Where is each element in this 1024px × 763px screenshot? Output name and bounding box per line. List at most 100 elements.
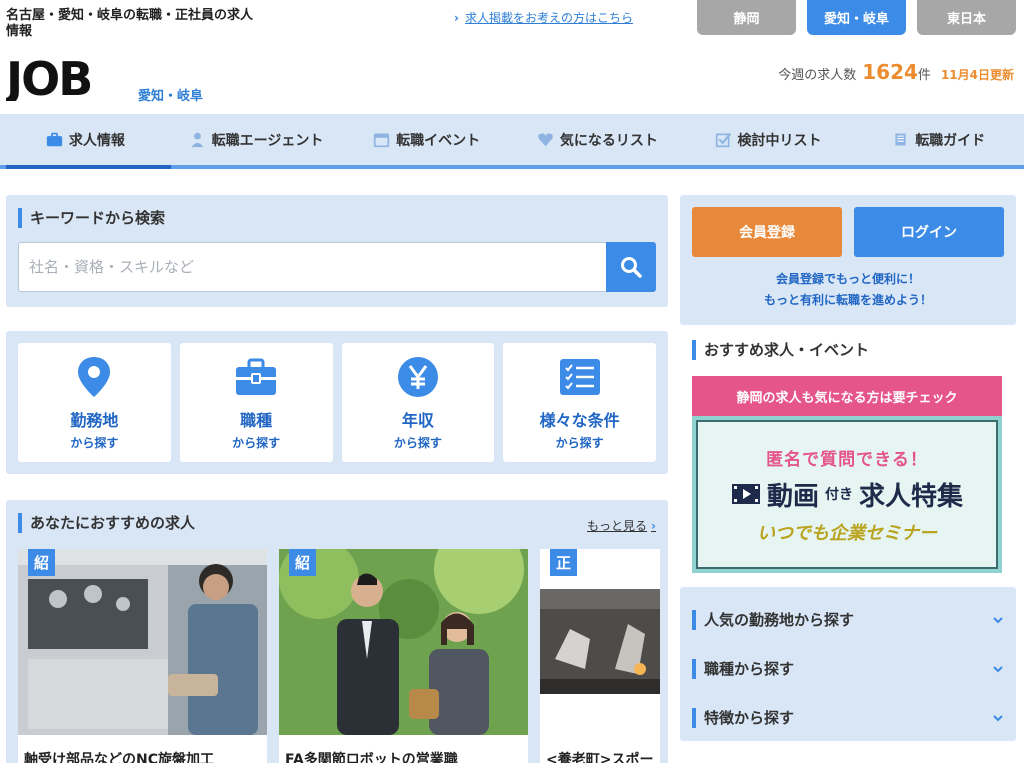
category-sub: から探す [232,436,281,450]
right-column: 会員登録 ログイン 会員登録でもっと便利に！ もっと有利に転職を進めよう！ おす… [680,195,1016,741]
video-jobs-banner[interactable]: 匿名で質問できる！ 動画 付き 求人特集 いつでも企業セミナー [692,416,1002,573]
briefcase-icon [46,132,62,147]
job-photo-machining [18,549,267,735]
job-type-badge: 正 [550,549,577,576]
shizuoka-banner[interactable]: 静岡の求人も気になる方は要チェック [692,376,1002,416]
events-section: おすすめ求人・イベント 静岡の求人も気になる方は要チェック 匿名で質問できる！ … [680,339,1016,573]
search-icon [621,257,642,278]
location-pin-icon [78,357,111,397]
nav-considering[interactable]: 検討中リスト [683,114,854,165]
logo-text: JOB [6,55,91,101]
nav-label: 転職イベント [396,132,481,149]
briefcase-icon [236,358,277,395]
browse-features[interactable]: 特徴から探す [692,693,1004,742]
register-button[interactable]: 会員登録 [692,207,842,257]
search-button[interactable] [606,242,656,292]
region-tab-aichi-gifu[interactable]: 愛知・岐阜 [807,0,906,35]
chevron-down-icon [993,665,1003,672]
job-card[interactable]: 紹 FA多関節ロボットの営業職 [279,549,528,763]
job-title: 軸受け部品などのNC旋盤加工 [24,752,214,763]
nav-agent[interactable]: 転職エージェント [171,114,342,165]
see-more-label: もっと見る [587,519,648,533]
member-buttons: 会員登録 ログイン [692,207,1004,257]
yen-icon [397,357,438,397]
job-posting-link[interactable]: › 求人掲載をお考えの方はこちら [454,9,633,26]
nav-label: 気になるリスト [559,132,658,149]
category-location[interactable]: 勤務地 から探す [18,343,171,462]
nav-guide[interactable]: 転職ガイド [853,114,1024,165]
site-header: 名古屋・愛知・岐阜の転職・正社員の求人情報 › 求人掲載をお考えの方はこちら 静岡… [0,0,1024,114]
banner-line1: 匿名で質問できる！ [766,449,928,470]
nav-favorites[interactable]: 気になるリスト [512,114,683,165]
chevron-right-icon: › [651,519,656,533]
site-tagline: 名古屋・愛知・岐阜の転職・正社員の求人情報 [6,8,254,39]
category-salary[interactable]: 年収 から探す [341,343,495,462]
left-column: キーワードから検索 勤務地 から探す 職種 から探す 年収 [6,195,668,763]
job-posting-link-label: 求人掲載をお考えの方はこちら [464,11,633,25]
banner-line2: 動画 付き 求人特集 [731,476,963,513]
job-card[interactable]: 正 <養老町>スポー [540,549,660,763]
stats-count: 1624 [862,60,918,84]
calendar-icon [374,133,390,148]
region-tab-east-japan[interactable]: 東日本 [917,0,1016,35]
banner-line3: いつでも企業セミナー [757,522,937,544]
banner-video: 動画 [766,481,819,512]
job-type-badge: 紹 [28,549,55,576]
events-title: おすすめ求人・イベント [692,339,1016,360]
category-sub: から探す [393,436,442,450]
category-title: 職種 [240,411,273,430]
category-title: 勤務地 [70,411,119,430]
checklist-icon [559,359,600,395]
region-tab-shizuoka[interactable]: 静岡 [697,0,796,35]
chevron-down-icon [993,714,1003,721]
category-conditions[interactable]: 様々な条件 から探す [503,343,656,462]
keyword-search-panel: キーワードから検索 [6,195,668,307]
job-stats: 今週の求人数 1624 件 11月4日更新 [778,60,1014,84]
job-photo-sales-team [279,549,528,735]
job-card[interactable]: 紹 軸受け部品などのNC旋盤加工 [18,549,267,763]
member-panel: 会員登録 ログイン 会員登録でもっと便利に！ もっと有利に転職を進めよう！ [680,195,1016,325]
stats-unit: 件 [917,68,931,83]
nav-label: 検討中リスト [737,132,822,149]
region-tabs: 静岡 愛知・岐阜 東日本 [697,0,1016,35]
banner-with: 付き [825,487,853,503]
see-more-link[interactable]: もっと見る › [587,517,656,534]
stats-updated: 11月4日更新 [940,68,1014,82]
job-logo[interactable]: JOB [6,55,128,101]
browse-popular-location[interactable]: 人気の勤務地から探す [692,595,1004,644]
main-content: キーワードから検索 勤務地 から探す 職種 から探す 年収 [0,169,1024,763]
banner-inner: 匿名で質問できる！ 動画 付き 求人特集 いつでも企業セミナー [696,420,998,569]
nav-label: 転職ガイド [915,132,986,149]
nav-event[interactable]: 転職イベント [341,114,512,165]
member-note-line1: 会員登録でもっと便利に！ [775,272,920,286]
logo-region: 愛知・岐阜 [138,89,204,104]
member-note-line2: もっと有利に転職を進めよう！ [763,293,932,307]
stats-label: 今週の求人数 [778,68,857,83]
login-button[interactable]: ログイン [854,207,1004,257]
browse-label: 職種から探す [692,658,794,679]
person-icon [191,132,204,148]
job-title: FA多関節ロボットの営業職 [285,752,458,763]
browse-panel: 人気の勤務地から探す 職種から探す 特徴から探す [680,587,1016,741]
browse-label: 人気の勤務地から探す [692,609,854,630]
nav-label: 求人情報 [68,132,125,149]
category-sub: から探す [555,436,604,450]
category-job-type[interactable]: 職種 から探す [179,343,333,462]
category-title: 年収 [401,411,434,430]
search-title: キーワードから検索 [18,207,656,228]
job-cards: 紹 軸受け部品などのNC旋盤加工 紹 FA多関節ロボットの営業職 正 <養老町>… [18,549,660,763]
category-title: 様々な条件 [539,411,620,430]
search-input[interactable] [18,242,606,292]
browse-job-type[interactable]: 職種から探す [692,644,1004,693]
chevron-right-icon: › [454,11,459,25]
recommended-jobs-panel: あなたにおすすめの求人 もっと見る › 紹 軸受け部品などのNC旋盤加工 紹 F… [6,500,668,763]
nav-job-info[interactable]: 求人情報 [0,114,171,169]
checkbox-icon [715,132,731,148]
job-title: <養老町>スポー [546,752,654,763]
member-note: 会員登録でもっと便利に！ もっと有利に転職を進めよう！ [692,269,1004,311]
banner-feature: 求人特集 [859,481,964,512]
book-icon [895,133,906,146]
job-type-badge: 紹 [289,549,316,576]
category-sub: から探す [70,436,119,450]
job-photo-robot-factory [540,549,660,735]
